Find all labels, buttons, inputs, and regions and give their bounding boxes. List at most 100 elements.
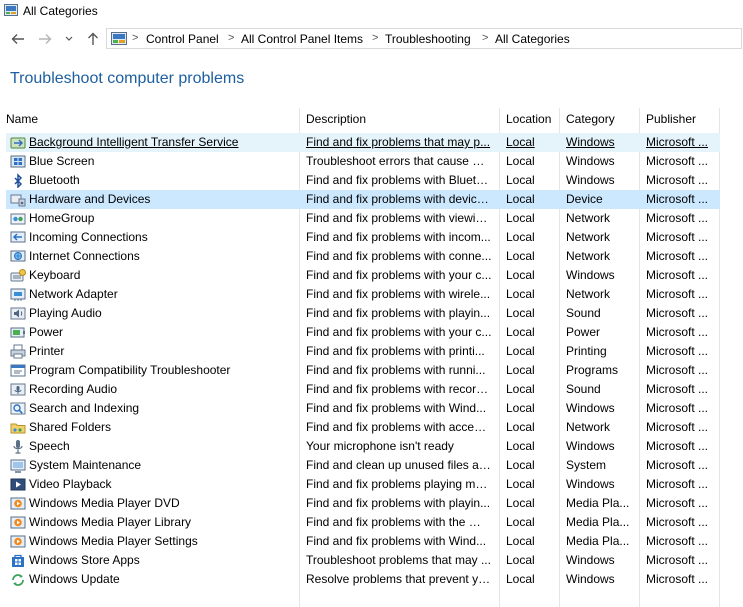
item-publisher: Microsoft ... [646, 401, 709, 415]
address-bar[interactable]: > Control Panel > All Control Panel Item… [106, 28, 742, 49]
item-category: Device [566, 192, 603, 206]
troubleshooter-row-homegroup[interactable]: HomeGroup Find and fix problems with view… [6, 209, 720, 228]
troubleshooter-row-background-intelligent-transfer-service[interactable]: Background Intelligent Transfer Service F… [6, 133, 720, 152]
troubleshooter-row-system-maintenance[interactable]: System Maintenance Find and clean up unus… [6, 456, 720, 475]
homegroup-icon [10, 213, 26, 225]
troubleshooter-row-windows-update[interactable]: Windows Update Resolve problems that prev… [6, 570, 720, 589]
column-header-location[interactable]: Location [506, 112, 551, 126]
item-description: Find and fix problems with Wind... [306, 534, 487, 548]
windows-flag-icon [10, 155, 26, 168]
system-maintenance-icon [10, 459, 26, 473]
troubleshooter-row-incoming-connections[interactable]: Incoming Connections Find and fix problem… [6, 228, 720, 247]
item-name: Windows Media Player Library [29, 515, 192, 529]
column-header-category[interactable]: Category [566, 112, 615, 126]
troubleshooter-row-windows-media-player-settings[interactable]: Windows Media Player Settings Find and fi… [6, 532, 720, 551]
item-location: Local [506, 192, 535, 206]
item-category: Media Pla... [566, 534, 630, 548]
item-description: Find and fix problems with the Wi... [306, 515, 492, 529]
item-category: Windows [566, 135, 615, 149]
chevron-down-icon [65, 36, 73, 41]
troubleshooter-row-shared-folders[interactable]: Shared Folders Find and fix problems with… [6, 418, 720, 437]
item-category: Windows [566, 553, 615, 567]
troubleshooter-row-windows-store-apps[interactable]: Windows Store Apps Troubleshoot problems … [6, 551, 720, 570]
item-description: Find and fix problems with playin... [306, 496, 491, 510]
item-name: System Maintenance [29, 458, 142, 472]
item-location: Local [506, 287, 535, 301]
column-header-description[interactable]: Description [306, 112, 366, 126]
item-description: Resolve problems that prevent yo... [306, 572, 492, 586]
item-location: Local [506, 534, 535, 548]
item-publisher: Microsoft ... [646, 534, 709, 548]
item-description: Find and fix problems with your c... [306, 325, 492, 339]
item-publisher: Microsoft ... [646, 420, 709, 434]
item-description: Find and fix problems with playin... [306, 306, 491, 320]
chevron-right-icon[interactable]: > [372, 32, 378, 44]
troubleshooter-row-network-adapter[interactable]: Network Adapter Find and fix problems wit… [6, 285, 720, 304]
troubleshooter-row-windows-media-player-dvd[interactable]: Windows Media Player DVD Find and fix pro… [6, 494, 720, 513]
item-name: Video Playback [29, 477, 112, 491]
troubleshooter-row-video-playback[interactable]: Video Playback Find and fix problems play… [6, 475, 720, 494]
item-name: Program Compatibility Troubleshooter [29, 363, 231, 377]
item-category: Sound [566, 382, 601, 396]
item-category: Windows [566, 477, 615, 491]
item-publisher: Microsoft ... [646, 382, 709, 396]
printer-icon [10, 344, 26, 359]
troubleshooter-row-blue-screen[interactable]: Blue Screen Troubleshoot errors that caus… [6, 152, 720, 171]
troubleshooter-row-bluetooth[interactable]: Bluetooth Find and fix problems with Blue… [6, 171, 720, 190]
item-publisher: Microsoft ... [646, 211, 709, 225]
chevron-right-icon[interactable]: > [482, 32, 488, 44]
incoming-connections-icon [10, 231, 26, 243]
transfer-service-icon [10, 137, 26, 149]
troubleshooter-row-program-compatibility-troubleshooter[interactable]: Program Compatibility Troubleshooter Find… [6, 361, 720, 380]
item-publisher: Microsoft ... [646, 192, 709, 206]
column-header-name[interactable]: Name [6, 112, 38, 126]
troubleshooter-row-speech[interactable]: Speech Your microphone isn't ready Local Wi… [6, 437, 720, 456]
breadcrumb-all-control-panel-items[interactable]: All Control Panel Items [241, 32, 363, 46]
windows-update-icon [12, 574, 24, 586]
forward-button[interactable] [35, 29, 55, 49]
item-category: Network [566, 287, 611, 301]
troubleshooter-row-recording-audio[interactable]: Recording Audio Find and fix problems wit… [6, 380, 720, 399]
troubleshooter-row-power[interactable]: Power Find and fix problems with your c..… [6, 323, 720, 342]
breadcrumb-control-panel[interactable]: Control Panel [146, 32, 219, 46]
chevron-right-icon[interactable]: > [228, 32, 234, 44]
up-button[interactable] [83, 29, 103, 49]
media-player-icon [10, 535, 26, 548]
item-description: Your microphone isn't ready [306, 439, 454, 453]
item-location: Local [506, 249, 535, 263]
item-name: Windows Media Player Settings [29, 534, 198, 548]
item-location: Local [506, 382, 535, 396]
back-button[interactable] [8, 29, 28, 49]
item-description: Find and fix problems with your c... [306, 268, 492, 282]
item-publisher: Microsoft ... [646, 306, 709, 320]
troubleshooter-row-windows-media-player-library[interactable]: Windows Media Player Library Find and fix… [6, 513, 720, 532]
item-publisher: Microsoft ... [646, 439, 709, 453]
troubleshooter-row-keyboard[interactable]: Keyboard Find and fix problems with your … [6, 266, 720, 285]
item-name: Recording Audio [29, 382, 118, 396]
item-description: Find and fix problems with wirele... [306, 287, 491, 301]
network-adapter-icon [10, 288, 26, 301]
column-header-row: Name Description Location Category Publi… [0, 108, 743, 132]
item-description: Find and fix problems with conne... [306, 249, 492, 263]
item-name: Background Intelligent Transfer Service [29, 135, 239, 149]
troubleshooter-row-search-and-indexing[interactable]: Search and Indexing Find and fix problems… [6, 399, 720, 418]
troubleshooter-row-internet-connections[interactable]: Internet Connections Find and fix problem… [6, 247, 720, 266]
item-location: Local [506, 401, 535, 415]
column-header-publisher[interactable]: Publisher [646, 112, 696, 126]
troubleshooter-row-hardware-and-devices[interactable]: Hardware and Devices Find and fix problem… [6, 190, 720, 209]
item-category: Windows [566, 268, 615, 282]
breadcrumb-troubleshooting[interactable]: Troubleshooting [385, 32, 471, 46]
recent-locations-button[interactable] [62, 29, 76, 49]
troubleshooter-row-printer[interactable]: Printer Find and fix problems with printi… [6, 342, 720, 361]
item-location: Local [506, 363, 535, 377]
window-title: All Categories [23, 4, 98, 18]
item-description: Find and fix problems with printi... [306, 344, 485, 358]
item-name: Windows Store Apps [29, 553, 140, 567]
item-name: Hardware and Devices [29, 192, 151, 206]
chevron-right-icon[interactable]: > [132, 32, 138, 44]
item-category: Windows [566, 439, 615, 453]
troubleshooter-row-playing-audio[interactable]: Playing Audio Find and fix problems with … [6, 304, 720, 323]
item-publisher: Microsoft ... [646, 268, 709, 282]
item-publisher: Microsoft ... [646, 173, 709, 187]
breadcrumb-all-categories[interactable]: All Categories [495, 32, 570, 46]
